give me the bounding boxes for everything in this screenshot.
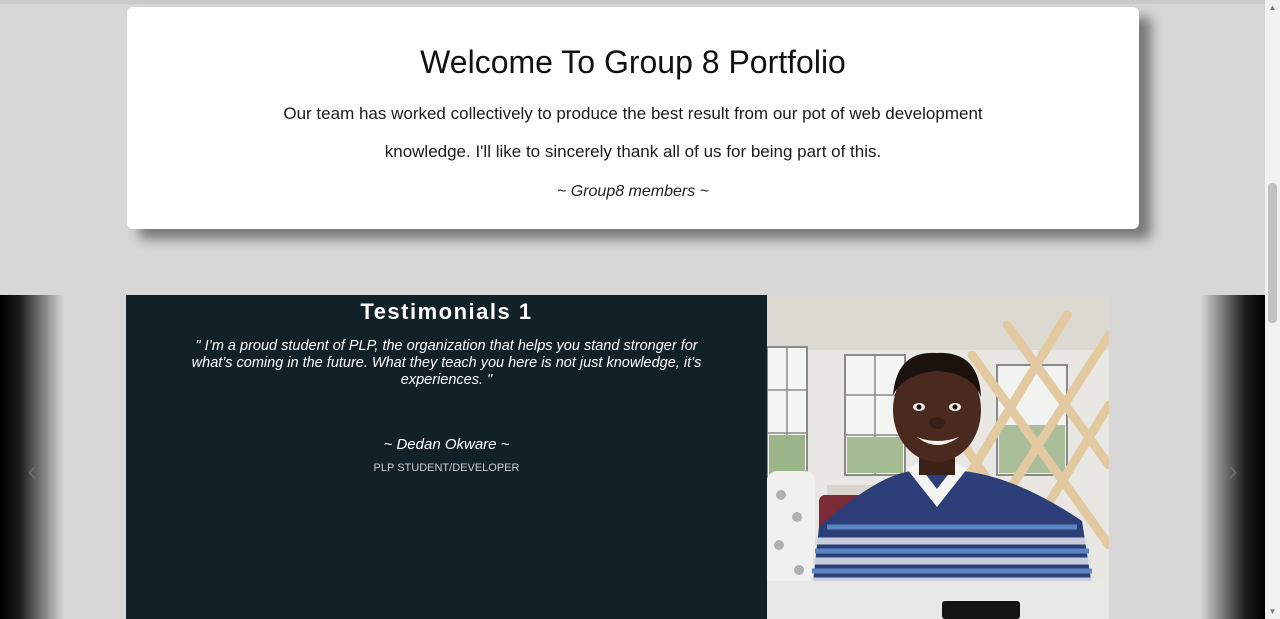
testimonial-author: ~ Dedan Okware ~ [383, 436, 510, 453]
testimonial-title: Testimonials 1 [360, 299, 533, 324]
welcome-card: Welcome To Group 8 Portfolio Our team ha… [127, 7, 1139, 229]
welcome-text: Our team has worked collectively to prod… [283, 104, 983, 161]
scroll-down-icon[interactable]: ▼ [1265, 604, 1280, 619]
testimonial-carousel: Testimonials 1 " I’m a proud student of … [0, 295, 1265, 619]
page-scrollbar[interactable]: ▲ ▼ [1265, 0, 1280, 619]
chevron-left-icon[interactable]: ‹ [20, 455, 44, 487]
welcome-title: Welcome To Group 8 Portfolio [420, 44, 846, 80]
testimonial-text-panel: Testimonials 1 " I’m a proud student of … [126, 295, 767, 619]
scrollbar-thumb[interactable] [1268, 183, 1277, 323]
chevron-right-icon[interactable]: › [1221, 455, 1245, 487]
testimonial-quote: " I’m a proud student of PLP, the organi… [191, 338, 702, 388]
scroll-up-icon[interactable]: ▲ [1265, 0, 1280, 15]
welcome-signature: ~ Group8 members ~ [556, 183, 710, 200]
testimonial-role: PLP STUDENT/DEVELOPER [373, 462, 520, 474]
student-portrait-image [767, 295, 1109, 619]
testimonial-photo [767, 295, 1109, 619]
testimonial-slide: Testimonials 1 " I’m a proud student of … [126, 295, 1109, 619]
page: Welcome To Group 8 Portfolio Our team ha… [0, 0, 1280, 619]
top-divider [0, 0, 1265, 4]
